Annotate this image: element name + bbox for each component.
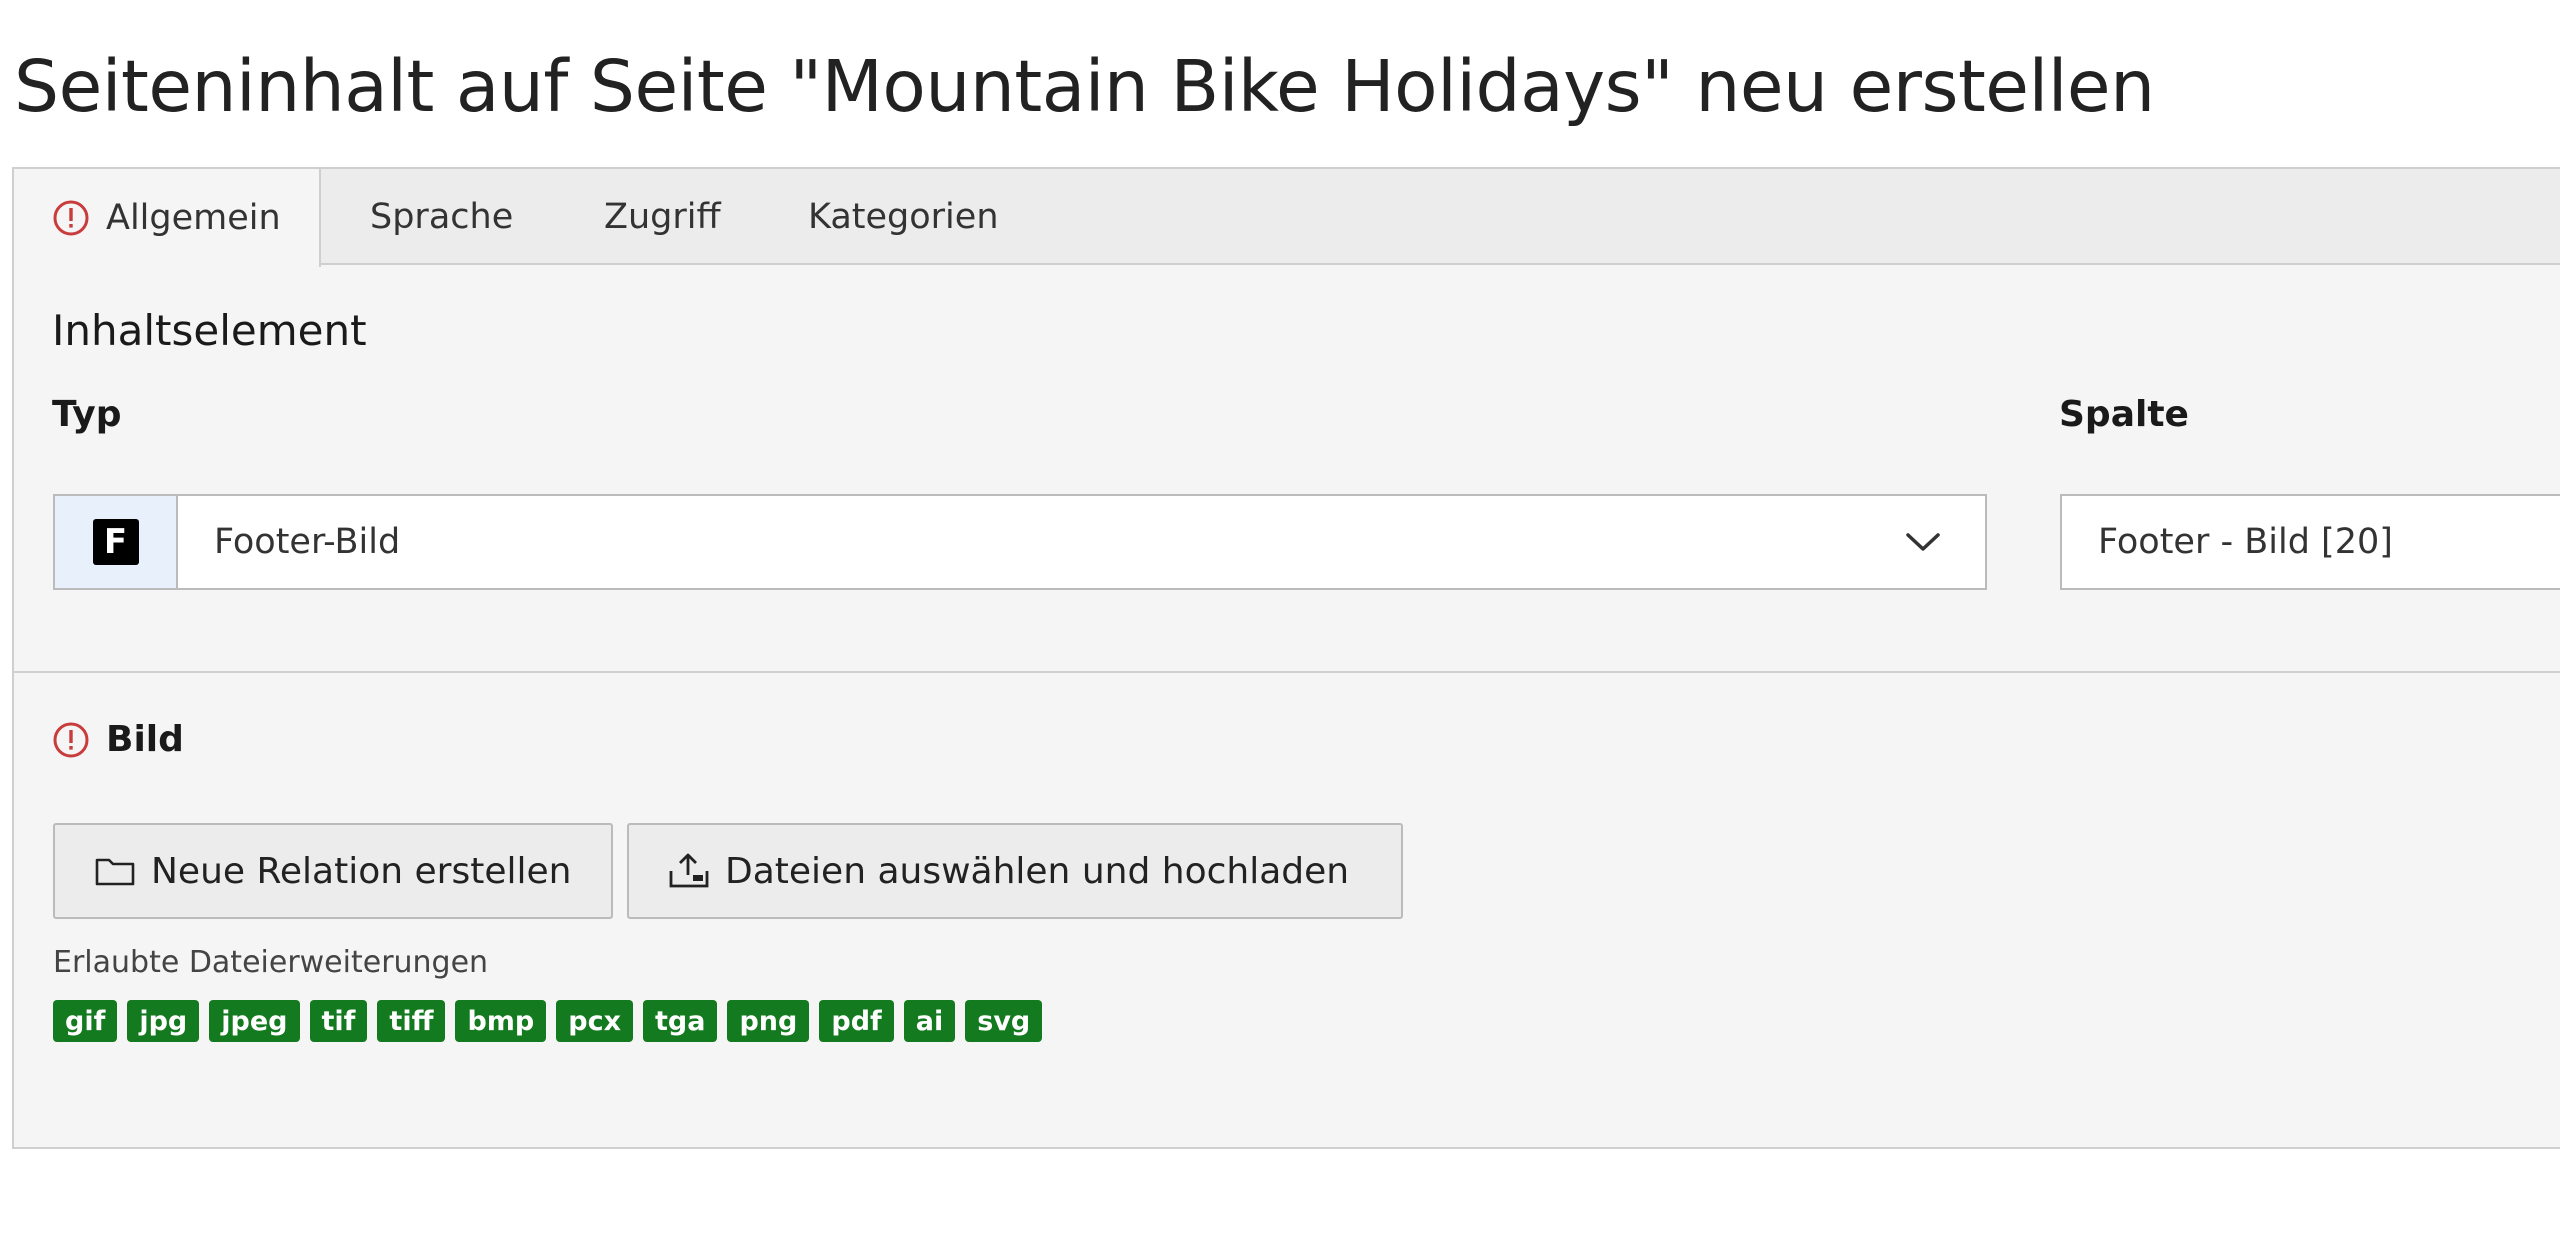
tab-allgemein[interactable]: Allgemein xyxy=(14,169,321,267)
type-select[interactable]: F Footer-Bild xyxy=(53,494,1987,590)
exclamation-circle-icon xyxy=(52,199,90,237)
tab-bar: Allgemein Sprache Zugriff Kategorien xyxy=(14,169,2560,267)
column-field[interactable]: Footer - Bild [20] xyxy=(2060,494,2560,590)
page: Seiteninhalt auf Seite "Mountain Bike Ho… xyxy=(0,0,2560,1247)
upload-icon xyxy=(667,851,711,891)
allowed-extensions-label: Erlaubte Dateierweiterungen xyxy=(53,945,489,980)
extension-badge: pdf xyxy=(819,1000,894,1042)
extension-badge: tif xyxy=(309,1000,368,1042)
extension-badge: svg xyxy=(965,1000,1043,1042)
extension-badge: jpg xyxy=(127,1000,200,1042)
type-select-value: Footer-Bild xyxy=(214,522,401,562)
tab-label: Zugriff xyxy=(604,197,721,237)
image-label-text: Bild xyxy=(106,719,184,760)
new-relation-label: Neue Relation erstellen xyxy=(151,850,572,892)
type-field-label: Typ xyxy=(52,394,122,435)
content-editor-form: Allgemein Sprache Zugriff Kategorien Inh… xyxy=(12,167,2560,1149)
allowed-extensions-list: gif jpg jpeg tif tiff bmp pcx tga png pd… xyxy=(53,1000,1043,1042)
upload-files-button[interactable]: Dateien auswählen und hochladen xyxy=(627,823,1403,919)
column-field-value: Footer - Bild [20] xyxy=(2098,522,2393,562)
tab-kategorien[interactable]: Kategorien xyxy=(808,169,999,265)
select-icon-container: F xyxy=(55,496,178,588)
extension-badge: bmp xyxy=(455,1000,547,1042)
exclamation-circle-icon xyxy=(52,721,90,759)
extension-badge: tga xyxy=(643,1000,718,1042)
extension-badge: tiff xyxy=(377,1000,446,1042)
tab-sprache[interactable]: Sprache xyxy=(370,169,513,265)
tab-zugriff[interactable]: Zugriff xyxy=(604,169,721,265)
column-field-label: Spalte xyxy=(2059,394,2189,435)
tab-label: Allgemein xyxy=(106,198,281,238)
upload-files-label: Dateien auswählen und hochladen xyxy=(725,850,1350,892)
chevron-down-icon xyxy=(1903,522,1943,562)
page-title: Seiteninhalt auf Seite "Mountain Bike Ho… xyxy=(14,45,2155,128)
tab-label: Sprache xyxy=(370,197,514,237)
extension-badge: jpeg xyxy=(209,1000,300,1042)
image-field-label: Bild xyxy=(52,719,184,760)
tab-label: Kategorien xyxy=(808,197,999,237)
extension-badge: png xyxy=(727,1000,810,1042)
extension-badge: gif xyxy=(53,1000,118,1042)
section-heading: Inhaltselement xyxy=(52,306,367,355)
folder-icon xyxy=(93,851,137,891)
section-divider xyxy=(14,671,2560,673)
extension-badge: pcx xyxy=(556,1000,634,1042)
content-type-icon: F xyxy=(92,519,139,565)
new-relation-button[interactable]: Neue Relation erstellen xyxy=(53,823,613,919)
extension-badge: ai xyxy=(903,1000,956,1042)
